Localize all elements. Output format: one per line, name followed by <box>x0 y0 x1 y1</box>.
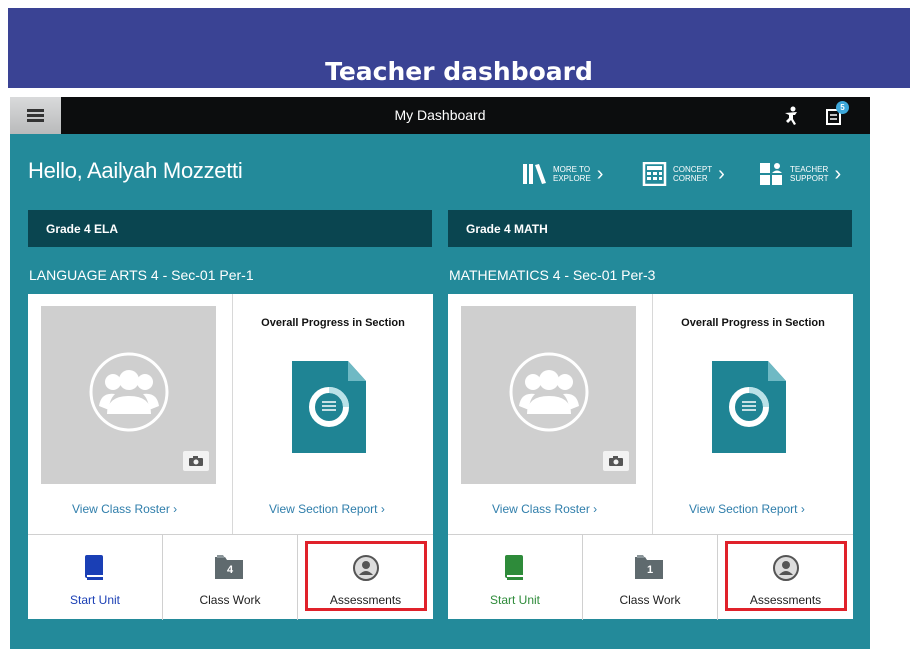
book-icon <box>505 555 523 580</box>
link-label: View Class Roster <box>492 502 590 516</box>
greeting-text: Hello, Aailyah Mozzetti <box>28 158 243 183</box>
book-icon <box>85 555 103 580</box>
quicklink-label: CONCEPT <box>673 165 713 174</box>
grade-header: Grade 4 ELA <box>28 210 432 247</box>
banner-title: Teacher dashboard <box>325 57 593 86</box>
top-bar: My Dashboard 5 <box>10 97 870 134</box>
action-label: Class Work <box>619 593 681 607</box>
concept-corner-link[interactable]: CONCEPT CORNER › <box>642 160 725 188</box>
chevron-right-icon: › <box>173 502 178 516</box>
action-label: Start Unit <box>69 593 120 607</box>
quicklink-label: MORE TO <box>553 165 591 174</box>
link-label: View Class Roster <box>72 502 170 516</box>
class-work-count: 1 <box>646 564 654 576</box>
assessments-button[interactable]: Assessments <box>298 535 433 620</box>
group-avatar-icon <box>89 352 169 432</box>
accessibility-icon[interactable] <box>780 105 802 127</box>
view-section-report-link[interactable]: View Section Report › <box>269 502 385 516</box>
quicklink-label: EXPLORE <box>553 174 591 183</box>
camera-icon <box>189 456 203 466</box>
notifications-icon[interactable]: 5 <box>825 101 849 127</box>
section-card: Overall Progress in Section View Class R… <box>28 294 433 534</box>
card-divider <box>232 294 233 534</box>
person-circle-icon <box>352 555 379 581</box>
class-work-button[interactable]: 4 Class Work <box>163 535 298 620</box>
chevron-right-icon: › <box>596 163 604 185</box>
chevron-right-icon: › <box>380 502 385 516</box>
quicklink-label: CORNER <box>673 174 708 183</box>
progress-title: Overall Progress in Section <box>681 317 825 329</box>
action-label: Assessments <box>749 593 822 607</box>
class-card-ela: Grade 4 ELA LANGUAGE ARTS 4 - Sec-01 Per… <box>28 210 433 620</box>
quicklink-label: TEACHER <box>790 165 829 174</box>
class-work-count: 4 <box>226 564 234 576</box>
start-unit-button[interactable]: Start Unit <box>448 535 583 620</box>
card-divider <box>652 294 653 534</box>
camera-button[interactable] <box>183 451 209 471</box>
class-card-math: Grade 4 MATH MATHEMATICS 4 - Sec-01 Per-… <box>448 210 853 620</box>
link-label: View Section Report <box>689 502 798 516</box>
class-work-button[interactable]: 1 Class Work <box>583 535 718 620</box>
calculator-icon <box>642 162 667 186</box>
view-section-report-link[interactable]: View Section Report › <box>689 502 805 516</box>
chevron-right-icon: › <box>718 163 725 185</box>
notification-badge: 5 <box>836 101 849 114</box>
action-bar: Start Unit 4 Class Work Assessments <box>28 534 433 620</box>
chevron-right-icon: › <box>800 502 805 516</box>
chevron-right-icon: › <box>593 502 598 516</box>
topbar-title: My Dashboard <box>394 107 486 123</box>
section-title: MATHEMATICS 4 - Sec-01 Per-3 <box>449 267 656 283</box>
action-label: Assessments <box>329 593 402 607</box>
section-title: LANGUAGE ARTS 4 - Sec-01 Per-1 <box>29 267 254 283</box>
class-photo[interactable] <box>41 306 216 484</box>
section-card: Overall Progress in Section View Class R… <box>448 294 853 534</box>
person-circle-icon <box>772 555 799 581</box>
chevron-right-icon: › <box>834 163 842 185</box>
start-unit-button[interactable]: Start Unit <box>28 535 163 620</box>
teacher-support-icon <box>760 163 782 185</box>
camera-icon <box>609 456 623 466</box>
link-label: View Section Report <box>269 502 378 516</box>
section-report-icon[interactable] <box>712 361 786 453</box>
class-photo[interactable] <box>461 306 636 484</box>
books-icon <box>523 164 546 184</box>
view-class-roster-link[interactable]: View Class Roster › <box>72 502 177 516</box>
group-avatar-icon <box>509 352 589 432</box>
view-class-roster-link[interactable]: View Class Roster › <box>492 502 597 516</box>
more-to-explore-link[interactable]: MORE TO EXPLORE › <box>522 160 603 188</box>
assessments-button[interactable]: Assessments <box>718 535 853 620</box>
section-report-icon[interactable] <box>292 361 366 453</box>
action-bar: Start Unit 1 Class Work Assessments <box>448 534 853 620</box>
action-label: Start Unit <box>489 593 540 607</box>
camera-button[interactable] <box>603 451 629 471</box>
grade-header: Grade 4 MATH <box>448 210 852 247</box>
action-label: Class Work <box>199 593 261 607</box>
quicklink-label: SUPPORT <box>790 174 829 183</box>
teacher-support-link[interactable]: TEACHER SUPPORT › <box>759 160 841 188</box>
progress-title: Overall Progress in Section <box>261 317 405 329</box>
header-banner: Teacher dashboard <box>8 8 910 88</box>
dashboard-app: My Dashboard 5 Hello, Aailyah Mozzetti M… <box>10 97 870 649</box>
